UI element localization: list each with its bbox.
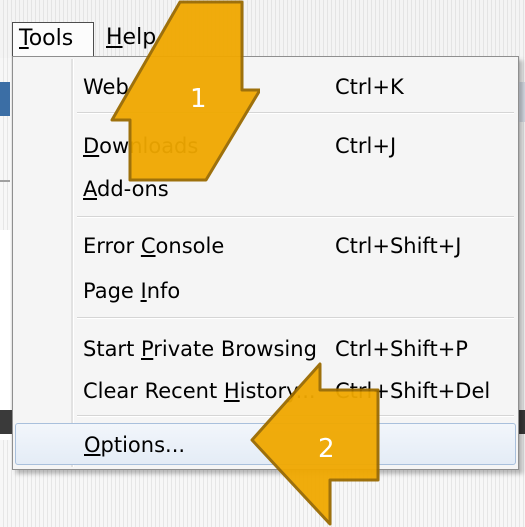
tools-label: ools: [28, 26, 74, 51]
menu-item-label: Page Info: [83, 279, 181, 303]
menu-item-shortcut: Ctrl+Shift+J: [335, 234, 462, 258]
callout-number-2: 2: [318, 434, 335, 464]
menu-item-shortcut: Ctrl+J: [335, 134, 397, 158]
menu-item-page-info[interactable]: Page Info: [15, 270, 516, 312]
menu-item-label: Start Private Browsing: [83, 337, 317, 361]
callout-arrow-2: 2: [250, 362, 400, 527]
callout-arrow-1: 1: [110, 0, 260, 200]
callout-number-1: 1: [190, 84, 207, 114]
menu-separator: [77, 216, 514, 218]
page-content-edge: [0, 230, 10, 440]
divider: [0, 180, 10, 182]
menu-separator: [77, 317, 514, 319]
menu-item-add-ons[interactable]: Add-ons: [15, 168, 516, 210]
menu-tools[interactable]: Tools: [12, 22, 94, 56]
menu-item-web-search[interactable]: Web Ctrl+K: [15, 66, 516, 108]
tools-accel: T: [19, 26, 29, 51]
menu-item-label: Error Console: [83, 234, 225, 258]
menu-item-label: Options...: [84, 433, 186, 457]
menu-item-downloads[interactable]: Downloads Ctrl+J: [15, 125, 516, 167]
menu-item-shortcut: Ctrl+K: [335, 75, 404, 99]
menu-item-error-console[interactable]: Error Console Ctrl+Shift+J: [15, 225, 516, 267]
menu-bar: Tools Help: [0, 0, 525, 58]
menu-item-shortcut: Ctrl+Shift+P: [335, 337, 468, 361]
browser-tab-strip: [0, 82, 10, 116]
